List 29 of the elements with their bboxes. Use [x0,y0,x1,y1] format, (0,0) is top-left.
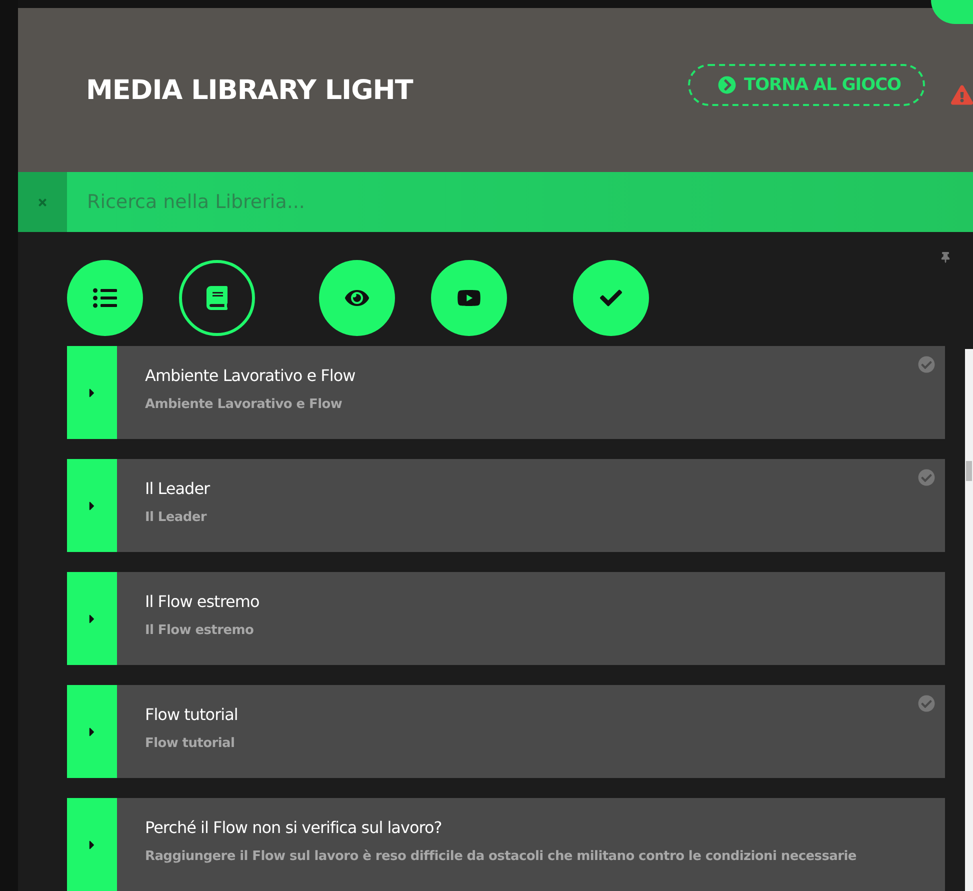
library-item[interactable]: Il Flow estremo Il Flow estremo [67,572,945,665]
completed-check-icon [918,469,935,486]
search-field[interactable]: Ricerca nella Libreria... [67,172,973,232]
close-icon [37,196,48,208]
list-icon [93,286,117,310]
completed-check-icon [918,695,935,712]
item-title: Il Flow estremo [145,592,260,611]
item-subtitle: Il Flow estremo [145,623,255,638]
item-subtitle: Ambiente Lavorativo e Flow [145,397,344,412]
scrollbar[interactable] [965,349,973,891]
completed-check-icon [918,356,935,373]
book-icon [205,286,229,310]
back-to-game-button[interactable]: TORNA AL GIOCO [688,64,925,106]
library-item[interactable]: Perché il Flow non si verifica sul lavoro? Raggiungere il Flow sul lavoro è reso difficile da ostacoli che militano contro le condizioni necessarie [67,798,945,891]
app-title: MEDIA LIBRARY LIGHT [86,74,414,106]
corner-button[interactable] [931,0,973,24]
item-subtitle: Il Leader [145,510,208,525]
pin-icon[interactable] [940,252,951,263]
item-subtitle: Raggiungere il Flow sul lavoro è reso difficile da ostacoli che militano contro le condizioni necessarie [145,849,856,864]
item-title: Flow tutorial [145,705,238,724]
item-subtitle: Flow tutorial [145,736,236,751]
check-icon [600,287,622,309]
item-title: Ambiente Lavorativo e Flow [145,366,356,385]
warning-icon [951,84,973,106]
library-item[interactable]: Il Leader Il Leader [67,459,945,552]
library-item[interactable]: Flow tutorial Flow tutorial [67,685,945,778]
item-title: Perché il Flow non si verifica sul lavoro? [145,818,443,837]
item-title: Il Leader [145,479,210,498]
library-item[interactable]: Ambiente Lavorativo e Flow Ambiente Lavorativo e Flow [67,346,945,439]
